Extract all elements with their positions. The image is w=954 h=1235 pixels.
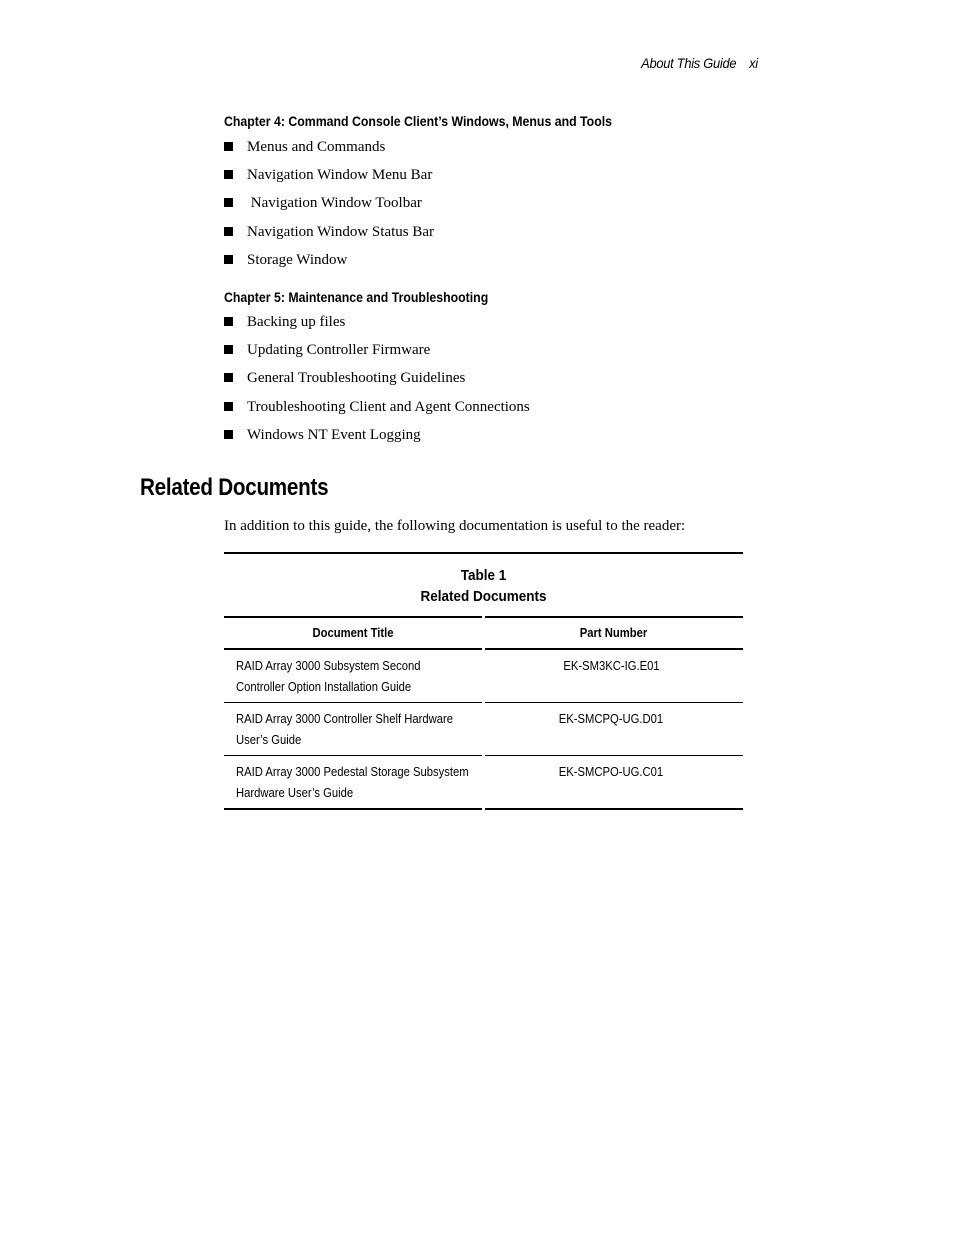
intro-paragraph: In addition to this guide, the following… (224, 518, 686, 534)
section-heading: Related Documents (140, 474, 329, 501)
document-title-cell: RAID Array 3000 Pedestal Storage Subsyst… (236, 765, 469, 800)
page-number: xi (749, 55, 758, 71)
bullet-square-icon (224, 169, 233, 179)
table-title: Related Documents (420, 588, 547, 605)
list-item: General Troubleshooting Guidelines (224, 365, 530, 393)
bullet-square-icon (224, 429, 233, 439)
chapter-4-list: Menus and Commands Navigation Window Men… (224, 133, 434, 274)
bullet-square-icon (224, 226, 233, 236)
table-row: RAID Array 3000 Pedestal Storage Subsyst… (224, 756, 743, 808)
list-item: Storage Window (224, 246, 434, 274)
table-bottom-rule (224, 808, 743, 810)
list-item: Navigation Window Status Bar (224, 218, 434, 246)
table-row: RAID Array 3000 Subsystem Second Controll… (224, 650, 743, 702)
list-item: Windows NT Event Logging (224, 421, 530, 449)
bullet-square-icon (224, 373, 233, 383)
part-number-cell: EK-SMCPQ-UG.D01 (558, 712, 664, 726)
list-item: Troubleshooting Client and Agent Connect… (224, 393, 530, 421)
table-number: Table 1 (460, 567, 507, 584)
chapter-5-list: Backing up files Updating Controller Fir… (224, 308, 530, 449)
chapter-5-heading: Chapter 5: Maintenance and Troubleshooti… (224, 289, 489, 305)
bullet-square-icon (224, 316, 233, 326)
list-item: Menus and Commands (224, 133, 434, 161)
bullet-square-icon (224, 401, 233, 411)
list-item: Navigation Window Toolbar (224, 190, 434, 218)
bullet-square-icon (224, 198, 233, 208)
part-number-cell: EK-SMCPO-UG.C01 (558, 765, 664, 779)
document-title-cell: RAID Array 3000 Subsystem Second Controll… (236, 659, 421, 694)
table-row: RAID Array 3000 Controller Shelf Hardwar… (224, 703, 743, 755)
part-number-cell: EK-SM3KC-IG.E01 (562, 659, 660, 673)
running-header: About This Guide xi (641, 55, 758, 71)
bullet-square-icon (224, 141, 233, 151)
column-header-title: Document Title (312, 626, 394, 640)
list-item: Updating Controller Firmware (224, 336, 530, 364)
table-header-row: Document Title Part Number (224, 618, 743, 648)
column-header-part-number: Part Number (580, 626, 648, 640)
list-item: Backing up files (224, 308, 530, 336)
chapter-4-heading: Chapter 4: Command Console Client’s Wind… (224, 113, 612, 129)
running-header-title: About This Guide (641, 55, 737, 71)
bullet-square-icon (224, 254, 233, 264)
related-documents-table: Table 1 Related Documents Document Title… (224, 552, 743, 810)
bullet-square-icon (224, 344, 233, 354)
list-item: Navigation Window Menu Bar (224, 161, 434, 189)
document-title-cell: RAID Array 3000 Controller Shelf Hardwar… (236, 712, 453, 747)
table-caption: Table 1 Related Documents (250, 554, 717, 616)
